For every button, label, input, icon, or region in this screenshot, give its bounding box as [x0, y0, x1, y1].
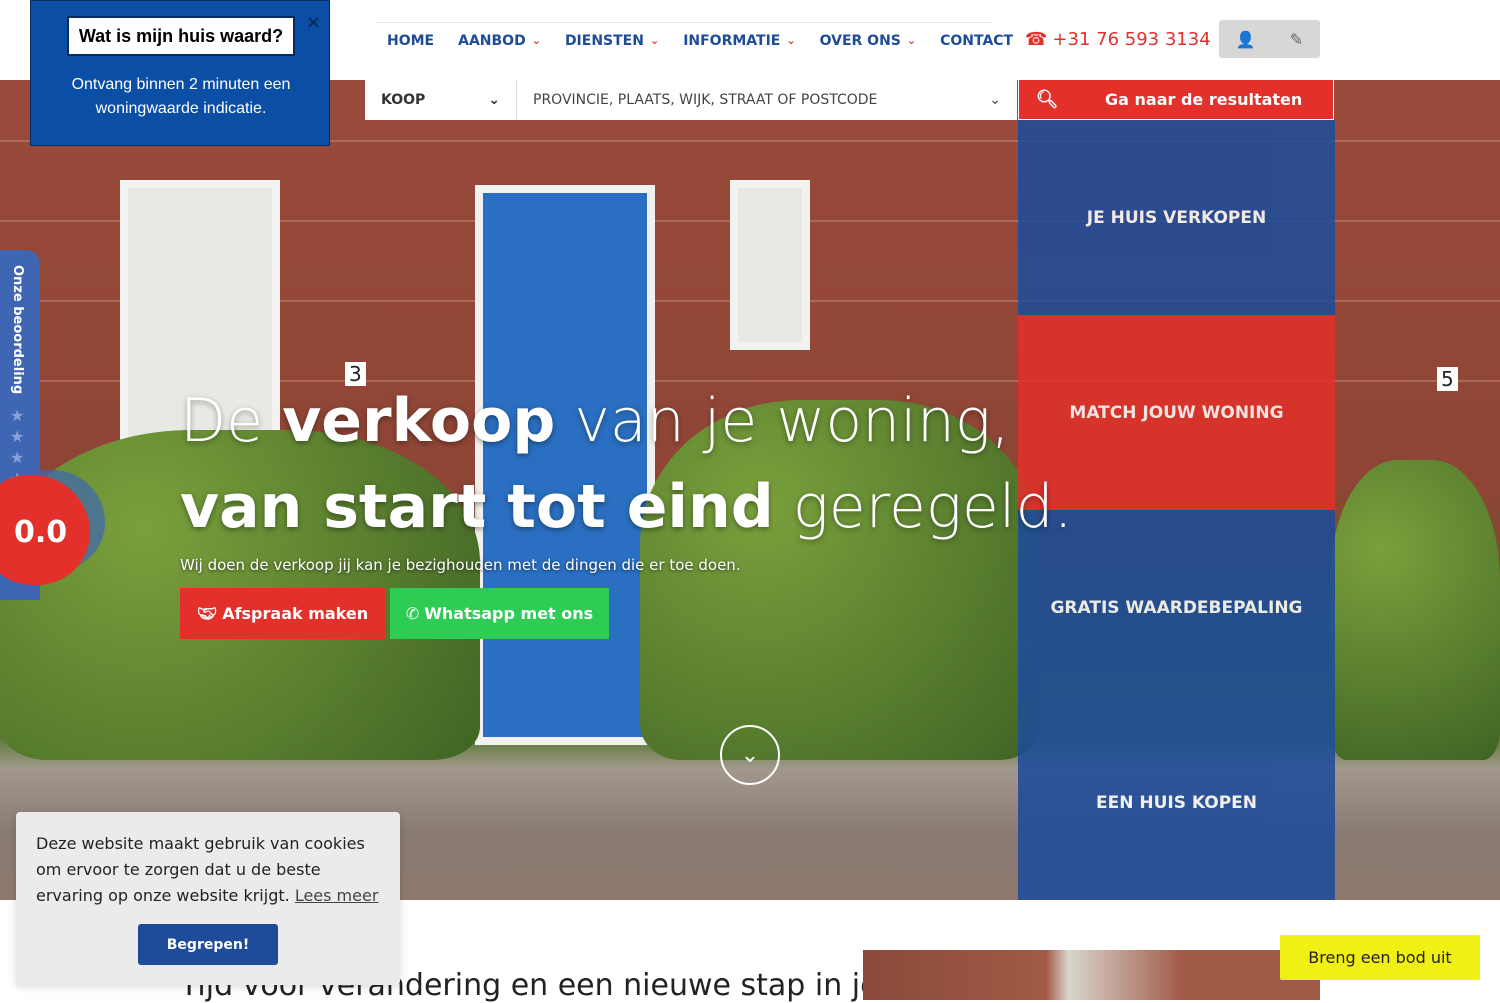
whatsapp-button[interactable]: ✆ Whatsapp met ons	[390, 588, 609, 639]
edit-icon[interactable]: ✎	[1290, 30, 1303, 49]
rating-score: 0.0	[14, 515, 68, 550]
chevron-down-icon: ⌄	[531, 34, 541, 47]
account-box: 👤 ✎	[1219, 20, 1320, 58]
chevron-down-icon: ⌄	[740, 742, 760, 768]
search-submit-button[interactable]: 🔍︎ Ga naar de resultaten	[1018, 80, 1334, 120]
phone-icon: ☎	[1025, 29, 1048, 50]
tile-een-huis-kopen[interactable]: EEN HUIS KOPEN	[1018, 705, 1335, 900]
popup-title[interactable]: Wat is mijn huis waard?	[67, 16, 295, 56]
hero-title: De verkoop van je woning, van start tot …	[180, 386, 1073, 542]
nav-item-aanbod[interactable]: AANBOD ⌄	[446, 33, 553, 49]
house-photo	[863, 950, 1320, 1000]
nav-item-contact[interactable]: CONTACT	[928, 33, 1025, 49]
user-icon[interactable]: 👤	[1236, 30, 1256, 49]
nav-item-home[interactable]: HOME	[375, 33, 446, 49]
hero-subtitle: Wij doen de verkoop jij kan je bezighoud…	[180, 556, 741, 574]
scroll-down-button[interactable]: ⌄	[720, 725, 780, 785]
valuation-popup[interactable]: Wat is mijn huis waard? × Ontvang binnen…	[30, 0, 330, 146]
accept-cookies-button[interactable]: Begrepen!	[138, 924, 278, 965]
location-select[interactable]: PROVINCIE, PLAATS, WIJK, STRAAT OF POSTC…	[517, 80, 1017, 120]
appointment-button[interactable]: 🤝︎ Afspraak maken	[180, 588, 385, 639]
search-icon: 🔍︎	[1035, 89, 1059, 110]
type-select[interactable]: KOOP ⌄	[365, 80, 517, 120]
chevron-down-icon: ⌄	[906, 34, 917, 47]
phone-link[interactable]: ☎ +31 76 593 3134	[1025, 29, 1211, 50]
nav-item-over-ons[interactable]: OVER ONS ⌄	[808, 33, 929, 49]
read-more-link[interactable]: Lees meer	[295, 886, 379, 905]
nav-item-informatie[interactable]: INFORMATIE ⌄	[671, 33, 807, 49]
close-icon[interactable]: ×	[306, 12, 321, 33]
place-bid-button[interactable]: Breng een bod uit	[1280, 935, 1480, 980]
main-nav: HOME AANBOD ⌄ DIENSTEN ⌄ INFORMATIE ⌄ OVER ONS ⌄…	[375, 22, 1013, 58]
window	[730, 180, 810, 350]
handshake-icon: 🤝︎	[196, 604, 218, 623]
rating-label: Onze beoordeling	[10, 265, 25, 395]
chevron-down-icon: ⌄	[786, 34, 796, 47]
chevron-down-icon: ⌄	[488, 92, 500, 108]
tile-je-huis-verkopen[interactable]: JE HUIS VERKOPEN	[1018, 120, 1335, 315]
nav-item-diensten[interactable]: DIENSTEN ⌄	[553, 33, 671, 49]
chevron-down-icon: ⌄	[989, 92, 1001, 108]
cookie-banner: Deze website maakt gebruik van cookies o…	[16, 812, 400, 985]
chevron-down-icon: ⌄	[649, 34, 660, 47]
search-bar: KOOP ⌄ PROVINCIE, PLAATS, WIJK, STRAAT OF…	[365, 80, 1017, 120]
whatsapp-icon: ✆	[405, 604, 420, 623]
house-number: 5	[1437, 367, 1458, 391]
popup-text: Ontvang binnen 2 minuten een woningwaard…	[71, 76, 291, 117]
